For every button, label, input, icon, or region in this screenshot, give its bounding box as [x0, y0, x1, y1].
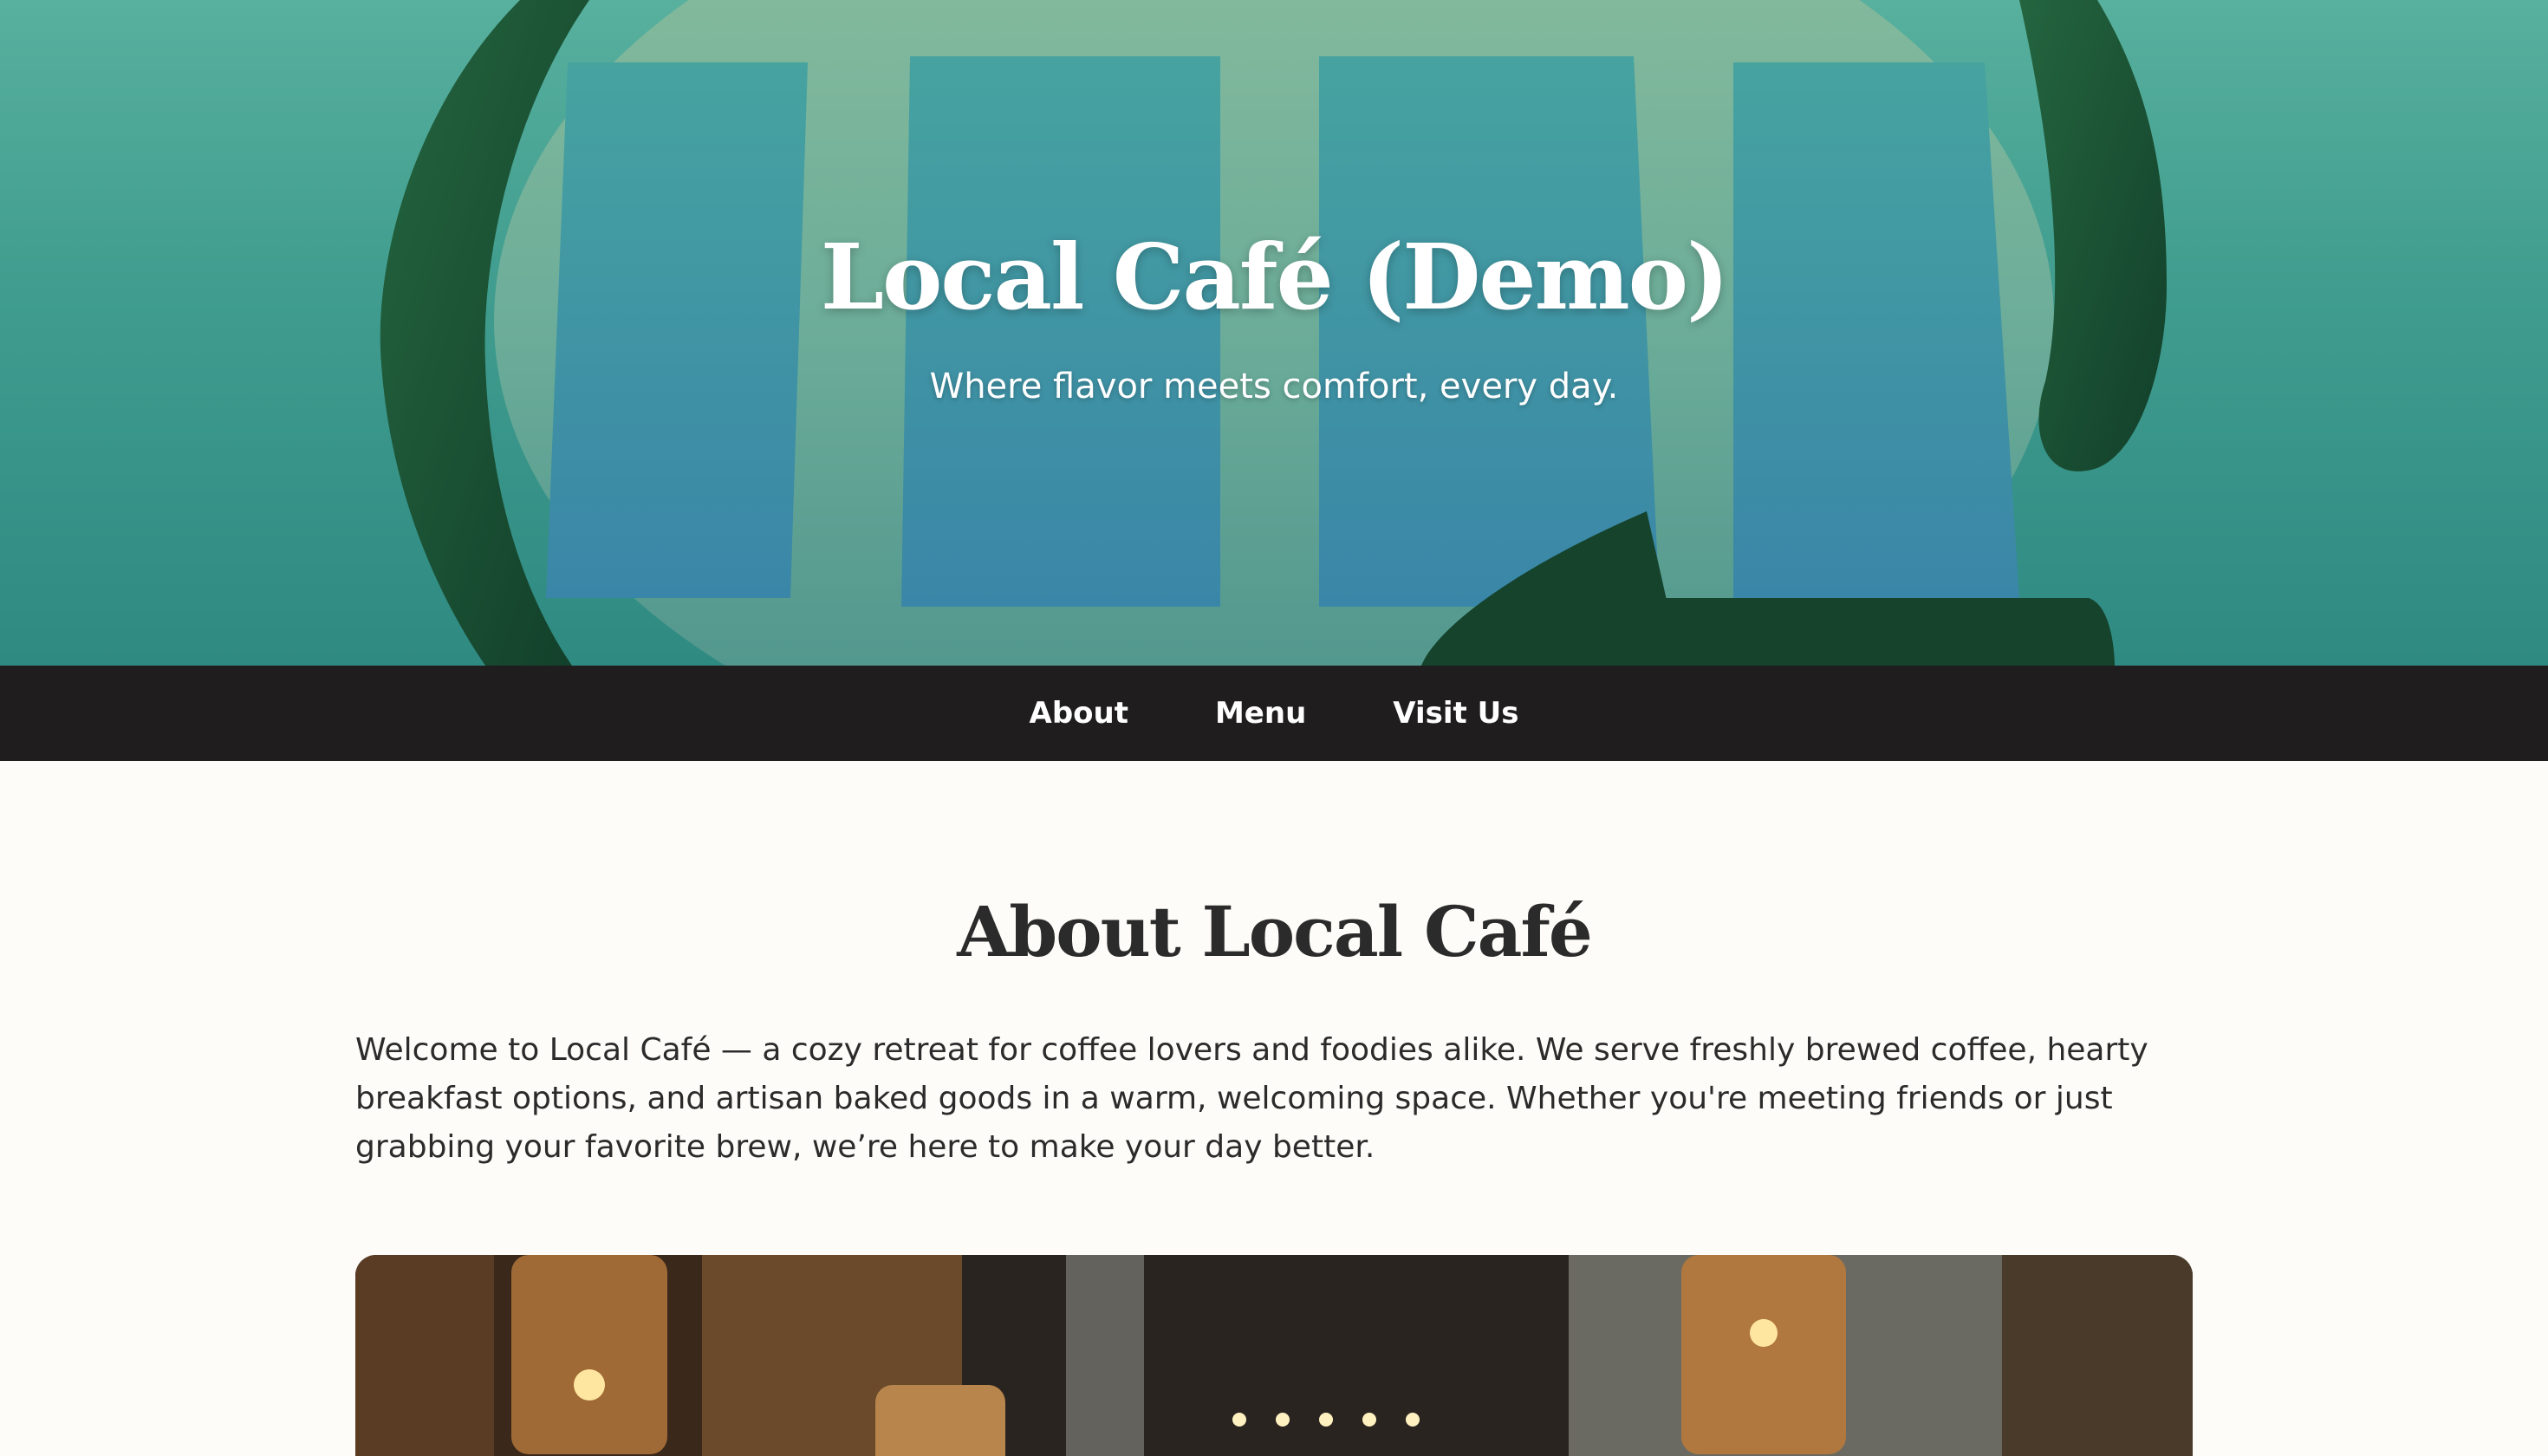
about-body: Welcome to Local Café — a cozy retreat f…: [355, 1032, 2148, 1165]
about-title: About Local Café: [957, 891, 1593, 972]
cafe-interior-photo: [355, 1255, 2193, 1456]
site-title: Local Café (Demo): [820, 224, 1729, 330]
main-nav: About Menu Visit Us: [0, 666, 2548, 761]
nav-link-menu[interactable]: Menu: [1215, 696, 1306, 731]
nav-link-about[interactable]: About: [1030, 696, 1128, 731]
nav-link-visit-us[interactable]: Visit Us: [1393, 696, 1518, 731]
hero-banner: Local Café (Demo) Where flavor meets com…: [0, 0, 2548, 666]
site-tagline: Where flavor meets comfort, every day.: [929, 367, 1619, 406]
about-section: About Local Café Welcome to Local Café —…: [355, 761, 2193, 1456]
hero-text: Local Café (Demo) Where flavor meets com…: [0, 224, 2548, 406]
